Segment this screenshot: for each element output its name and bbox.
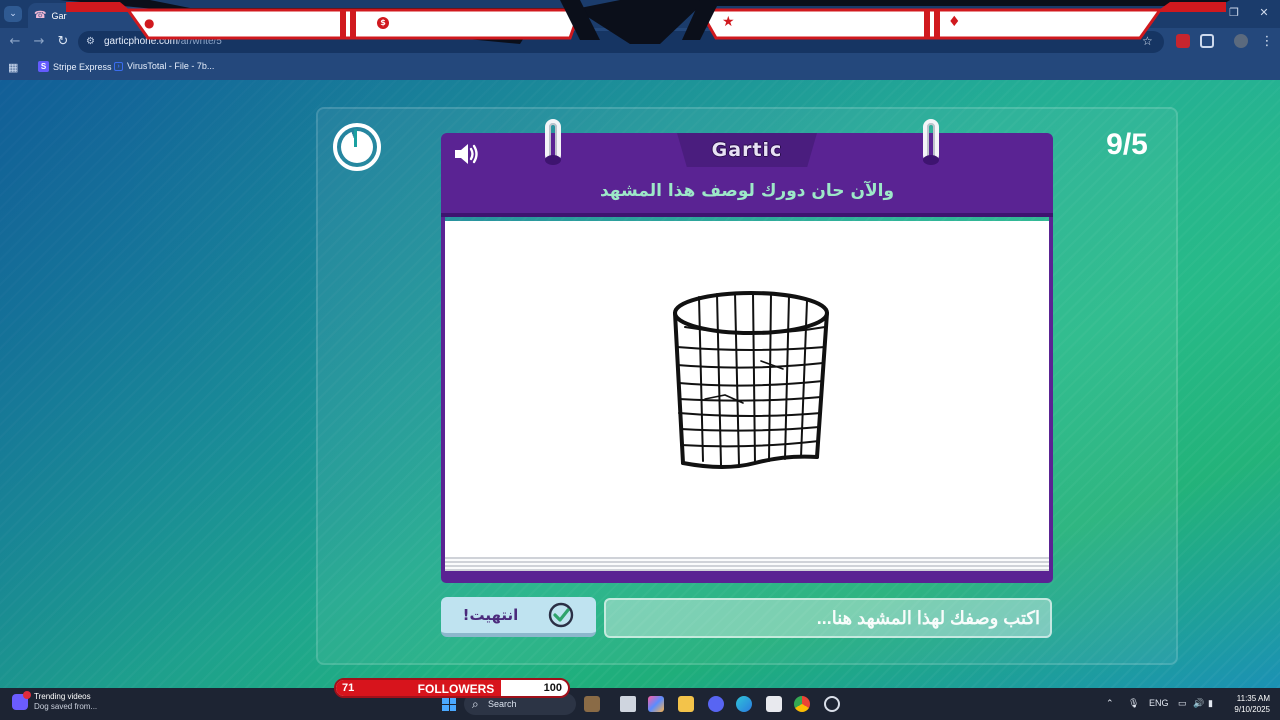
microphone-icon[interactable]: 🎙 xyxy=(1128,698,1139,709)
clock-time: 11:35 AM xyxy=(1236,694,1270,703)
task-view-icon[interactable] xyxy=(620,696,636,712)
followers-goal-bar: 71 FOLLOWERS 100 xyxy=(334,678,570,698)
store-icon[interactable] xyxy=(766,696,782,712)
tab-search-button[interactable]: ⌄ xyxy=(4,6,22,22)
bookmarks-bar: ▦ S Stripe Express › VirusTotal - File -… xyxy=(0,56,1280,80)
edge-icon[interactable] xyxy=(736,696,752,712)
reload-icon[interactable]: ↻ xyxy=(54,34,72,49)
back-icon[interactable]: ← xyxy=(6,34,24,49)
extensions-puzzle-icon[interactable] xyxy=(1200,34,1214,48)
game-viewport: 9/5 Gartic والآن حان دورك لوصف هذا المشه… xyxy=(0,80,1280,688)
tab-title: Gar xyxy=(51,10,67,21)
drawing-card: Gartic والآن حان دورك لوصف هذا المشهد xyxy=(441,119,1053,583)
url-path: /ar/write/5 xyxy=(177,36,222,47)
bookmark-star-icon[interactable]: ☆ xyxy=(1142,34,1153,48)
game-app-icon[interactable] xyxy=(584,696,600,712)
bookmark-label: Stripe Express xyxy=(53,61,112,72)
gartic-logo: Gartic xyxy=(711,139,783,161)
stripe-icon: S xyxy=(38,61,49,72)
volume-icon[interactable]: 🔊 xyxy=(1193,698,1204,709)
chrome-icon[interactable] xyxy=(794,696,810,712)
active-tab[interactable]: ☎ Gar xyxy=(28,3,148,28)
person-icon: ● xyxy=(144,16,155,30)
widget-subtitle: Dog saved from... xyxy=(34,702,98,711)
bookmark-label: VirusTotal - File - 7b... xyxy=(127,61,215,71)
binder-ring xyxy=(923,119,939,165)
done-button-label: انتهيت! xyxy=(462,606,519,624)
profile-avatar[interactable] xyxy=(1234,34,1248,48)
bookmark-virustotal[interactable]: › VirusTotal - File - 7b... xyxy=(114,61,214,71)
network-icon[interactable]: ▭ xyxy=(1178,698,1187,709)
url-host: garticphone.com xyxy=(104,36,178,47)
gartic-favicon-icon: ☎ xyxy=(34,10,47,21)
site-info-icon[interactable]: ⚙ xyxy=(86,36,95,47)
url-text[interactable]: garticphone.com/ar/write/5 xyxy=(104,36,222,47)
extension-icon[interactable] xyxy=(1176,34,1190,48)
obs-icon[interactable] xyxy=(824,696,840,712)
speaker-icon[interactable] xyxy=(453,142,481,166)
instruction-title: والآن حان دورك لوصف هذا المشهد xyxy=(599,181,895,201)
followers-goal: 100 xyxy=(543,682,562,694)
followers-label: FOLLOWERS xyxy=(417,682,495,696)
copilot-icon[interactable] xyxy=(648,696,664,712)
start-windows-icon[interactable] xyxy=(442,697,456,711)
battery-icon[interactable]: ▮ xyxy=(1208,698,1213,709)
description-input[interactable] xyxy=(604,598,1052,638)
widget-text: Trending videos Dog saved from... xyxy=(34,692,97,712)
restore-window-icon[interactable]: ❐ xyxy=(1224,6,1244,19)
drawing-canvas xyxy=(445,221,1049,559)
file-explorer-icon[interactable] xyxy=(678,696,694,712)
wastebasket-drawing xyxy=(673,291,829,469)
language-indicator[interactable]: ENG xyxy=(1149,698,1169,708)
widgets-icon xyxy=(12,691,31,710)
binder-ring xyxy=(545,119,561,165)
dollar-icon: $ xyxy=(377,17,389,29)
bookmark-stripe[interactable]: S Stripe Express xyxy=(38,61,112,72)
apps-grid-icon[interactable]: ▦ xyxy=(8,61,18,74)
virustotal-icon: › xyxy=(114,61,123,71)
card-footer xyxy=(441,571,1053,583)
widgets-button[interactable]: Trending videos Dog saved from... xyxy=(12,691,97,712)
timer-icon xyxy=(333,123,381,171)
done-button[interactable]: انتهيت! xyxy=(441,597,596,637)
discord-icon[interactable] xyxy=(708,696,724,712)
check-icon xyxy=(549,602,574,628)
address-bar[interactable] xyxy=(78,31,1164,53)
diamond-icon: ♦ xyxy=(948,14,961,30)
clock-date: 9/10/2025 xyxy=(1234,705,1270,714)
browser-menu-icon[interactable]: ⋮ xyxy=(1258,34,1276,49)
close-window-icon[interactable]: ✕ xyxy=(1254,6,1274,19)
card-side xyxy=(1049,217,1053,573)
followers-label-row: FOLLOWERS xyxy=(336,682,568,696)
star-icon: ★ xyxy=(722,14,735,30)
widget-title: Trending videos xyxy=(34,692,91,701)
tray-chevron-icon[interactable]: ⌃ xyxy=(1106,698,1114,709)
address-bar-row: ← → ↻ ⚙ garticphone.com/ar/write/5 ☆ ⋮ xyxy=(0,28,1280,56)
taskbar: Trending videos Dog saved from... Search… xyxy=(0,688,1280,720)
system-clock[interactable]: 11:35 AM 9/10/2025 xyxy=(1226,693,1270,715)
browser-tab-strip: ⌄ ☎ Gar ❐ ✕ xyxy=(0,0,1280,28)
round-counter: 9/5 xyxy=(1106,128,1148,161)
forward-icon[interactable]: → xyxy=(30,34,48,49)
